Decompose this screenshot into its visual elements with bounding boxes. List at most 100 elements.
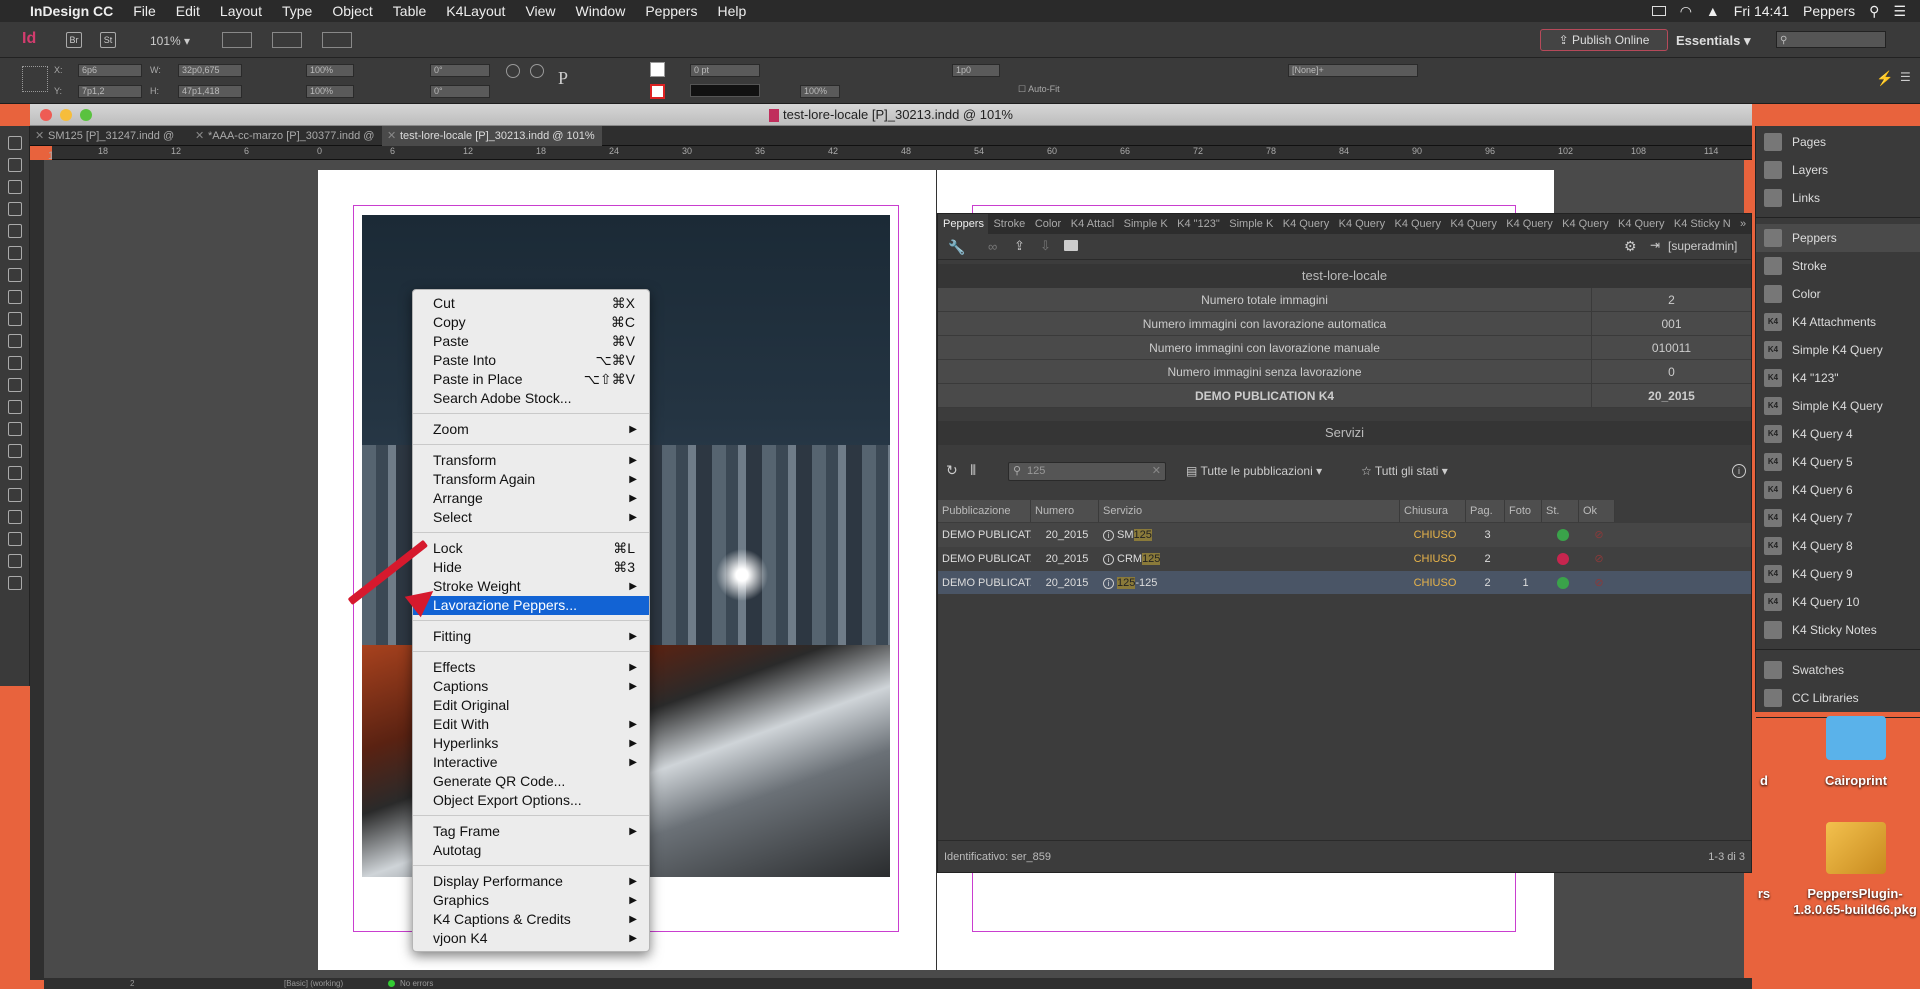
path-type-icon[interactable]: P: [558, 68, 568, 89]
dock-panel-k4-123[interactable]: K4 K4 "123": [1756, 364, 1920, 392]
context-menu-item-fitting[interactable]: Fitting ▶: [413, 627, 649, 646]
column-header-7[interactable]: St.: [1542, 500, 1579, 522]
minimize-window-button[interactable]: [60, 109, 72, 121]
apply-color-icon[interactable]: [8, 554, 22, 568]
stroke-weight-field[interactable]: 0 pt: [690, 64, 760, 77]
context-menu-item-hyperlinks[interactable]: Hyperlinks ▶: [413, 734, 649, 753]
context-menu-item-select[interactable]: Select ▶: [413, 508, 649, 527]
dock-panel-k4-query-7[interactable]: K4 K4 Query 7: [1756, 504, 1920, 532]
context-menu-item-paste[interactable]: Paste ⌘V: [413, 332, 649, 351]
shear-field[interactable]: 0°: [430, 85, 490, 98]
object-style-select[interactable]: [None]+: [1288, 64, 1418, 77]
context-menu-item-arrange[interactable]: Arrange ▶: [413, 489, 649, 508]
zoom-window-button[interactable]: [80, 109, 92, 121]
settings-icon[interactable]: ⚙: [1624, 238, 1637, 255]
menu-edit[interactable]: Edit: [166, 0, 210, 22]
dock-panel-layers[interactable]: Layers: [1756, 156, 1920, 184]
autofit-checkbox[interactable]: ☐ Auto-Fit: [1018, 84, 1060, 95]
upload-icon[interactable]: ⇪: [1014, 238, 1025, 254]
wifi-icon[interactable]: ◠: [1680, 3, 1692, 20]
peppers-plugin-pkg-label[interactable]: PeppersPlugin-1.8.0.65-build66.pkg: [1790, 886, 1920, 918]
panel-tab-5[interactable]: Simple K: [1119, 214, 1172, 234]
info-icon[interactable]: i: [1732, 464, 1746, 478]
context-menu-item-lavorazione-peppers[interactable]: Lavorazione Peppers...: [413, 596, 649, 615]
context-menu-item-graphics[interactable]: Graphics ▶: [413, 891, 649, 910]
dock-panel-k4-query-6[interactable]: K4 K4 Query 6: [1756, 476, 1920, 504]
rectangle-tool-icon[interactable]: [8, 356, 22, 370]
document-tab-2[interactable]: ✕*AAA-cc-marzo [P]_30377.indd @ 104%: [190, 126, 380, 162]
context-menu-item-k4-captions-credits[interactable]: K4 Captions & Credits ▶: [413, 910, 649, 929]
document-tab-3[interactable]: ✕ test-lore-locale [P]_30213.indd @ 101%: [382, 126, 602, 146]
menu-k4layout[interactable]: K4Layout: [436, 0, 515, 22]
content-collector-icon[interactable]: [8, 224, 22, 238]
page-tool-icon[interactable]: [8, 180, 22, 194]
vertical-ruler[interactable]: [30, 160, 44, 980]
status-icon[interactable]: [1556, 553, 1569, 566]
document-tab-1[interactable]: ✕SM125 [P]_31247.indd @ 104%: [30, 126, 188, 162]
panel-tab-6[interactable]: K4 "123": [1172, 214, 1224, 234]
dock-panel-k4-query-4[interactable]: K4 K4 Query 4: [1756, 420, 1920, 448]
wrench-icon[interactable]: 🔧: [948, 239, 965, 256]
dock-panel-cc-libraries[interactable]: CC Libraries: [1756, 684, 1920, 712]
app-menu[interactable]: InDesign CC: [20, 3, 123, 19]
info-icon[interactable]: i: [1103, 577, 1114, 589]
column-header-2[interactable]: Numero: [1031, 500, 1099, 522]
fill-swatch-icon[interactable]: [650, 62, 665, 77]
context-menu-item-zoom[interactable]: Zoom ▶: [413, 420, 649, 439]
partial-desktop-label-1[interactable]: rs: [1756, 886, 1772, 901]
width-field[interactable]: 32p0,675: [178, 64, 242, 77]
pen-tool-icon[interactable]: [8, 290, 22, 304]
opacity-field[interactable]: 100%: [800, 85, 840, 98]
context-menu-item-stroke-weight[interactable]: Stroke Weight ▶: [413, 577, 649, 596]
dock-panel-k4-query-5[interactable]: K4 K4 Query 5: [1756, 448, 1920, 476]
info-icon[interactable]: i: [1103, 553, 1114, 565]
dock-panel-pages[interactable]: Pages: [1756, 128, 1920, 156]
menu-window[interactable]: Window: [566, 0, 636, 22]
panel-tab-2[interactable]: Stroke: [988, 214, 1029, 234]
stroke-swatch-icon[interactable]: [650, 84, 665, 99]
stock-icon[interactable]: St: [100, 32, 116, 48]
clear-search-icon[interactable]: ✕: [1152, 463, 1161, 480]
context-menu-item-tag-frame[interactable]: Tag Frame ▶: [413, 822, 649, 841]
arrange-documents-icon[interactable]: [322, 32, 352, 48]
context-menu-item-autotag[interactable]: Autotag: [413, 841, 649, 860]
notification-center-icon[interactable]: ☰: [1893, 3, 1906, 20]
zoom-level[interactable]: 101% ▾: [150, 34, 190, 48]
fitting-offset-field[interactable]: 1p0: [952, 64, 1000, 77]
panel-tab-8[interactable]: K4 Query: [1278, 214, 1334, 234]
info-icon[interactable]: i: [1103, 529, 1114, 541]
status-icon[interactable]: [1556, 577, 1569, 590]
x-field[interactable]: 6p6: [78, 64, 142, 77]
logout-icon[interactable]: ⇥: [1650, 238, 1660, 252]
context-menu-item-edit-with[interactable]: Edit With ▶: [413, 715, 649, 734]
bridge-icon[interactable]: Br: [66, 32, 82, 48]
panel-tab-13[interactable]: K4 Query: [1557, 214, 1613, 234]
context-menu-item-object-export-options[interactable]: Object Export Options...: [413, 791, 649, 810]
lightning-icon[interactable]: ⚡: [1876, 70, 1893, 87]
dock-panel-simple-k4-query[interactable]: K4 Simple K4 Query: [1756, 336, 1920, 364]
dock-panel-stroke[interactable]: Stroke: [1756, 252, 1920, 280]
height-field[interactable]: 47p1,418: [178, 85, 242, 98]
panel-tab-12[interactable]: K4 Query: [1501, 214, 1557, 234]
publish-online-button[interactable]: ⇪ Publish Online: [1540, 29, 1668, 51]
preflight-profile[interactable]: [Basic] (working): [284, 978, 343, 989]
pencil-tool-icon[interactable]: [8, 312, 22, 326]
context-menu-item-effects[interactable]: Effects ▶: [413, 658, 649, 677]
page-number-field[interactable]: 2: [130, 978, 134, 989]
context-menu-item-vjoon-k4[interactable]: vjoon K4 ▶: [413, 929, 649, 948]
filter-publications-dropdown[interactable]: ▤ Tutte le pubblicazioni ▾: [1186, 464, 1322, 478]
menu-object[interactable]: Object: [322, 0, 382, 22]
dock-panel-k4-query-9[interactable]: K4 K4 Query 9: [1756, 560, 1920, 588]
not-ok-icon[interactable]: ⊘: [1594, 577, 1603, 589]
panel-tab-3[interactable]: Color: [1030, 214, 1066, 234]
folder-icon[interactable]: [1064, 240, 1078, 251]
not-ok-icon[interactable]: ⊘: [1594, 553, 1603, 565]
gradient-tool-icon[interactable]: [8, 422, 22, 436]
panel-menu-icon[interactable]: ☰: [1900, 70, 1911, 84]
panel-tab-10[interactable]: K4 Query: [1389, 214, 1445, 234]
close-tab-icon[interactable]: ✕: [195, 126, 204, 146]
column-header-4[interactable]: Chiusura: [1400, 500, 1466, 522]
help-search-input[interactable]: ⚲: [1776, 31, 1886, 48]
zoom-tool-icon[interactable]: [8, 510, 22, 524]
panel-tabs-overflow-icon[interactable]: »: [1735, 214, 1751, 234]
